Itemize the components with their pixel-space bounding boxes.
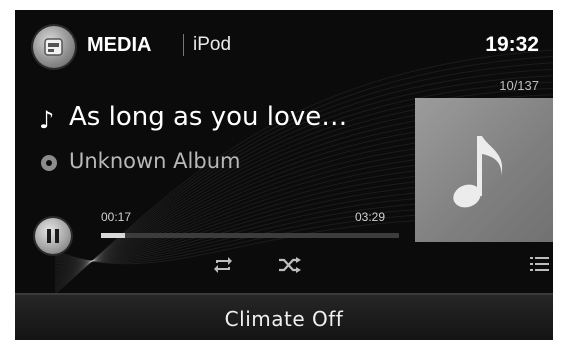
total-time: 03:29 — [355, 210, 386, 224]
media-app-button[interactable] — [33, 26, 75, 68]
source-label: MEDIA — [87, 34, 152, 56]
media-screen: MEDIA iPod 19:32 10/137 ♪ As long as you… — [15, 10, 553, 340]
header-divider — [183, 34, 184, 56]
album-artwork[interactable] — [415, 98, 553, 242]
pause-button[interactable] — [35, 218, 71, 254]
track-count: 10/137 — [499, 78, 539, 93]
clock: 19:32 — [485, 33, 539, 56]
media-icon — [44, 38, 63, 56]
elapsed-time: 00:17 — [101, 210, 132, 224]
repeat-icon[interactable] — [211, 254, 235, 276]
track-title: As long as you love… — [69, 102, 348, 132]
music-note-icon — [453, 136, 503, 208]
progress-fill — [101, 233, 126, 238]
climate-status[interactable]: Climate Off — [15, 306, 553, 332]
disc-icon — [41, 155, 57, 171]
music-note-icon: ♪ — [39, 106, 55, 134]
list-icon[interactable] — [529, 254, 551, 274]
shuffle-icon[interactable] — [277, 254, 303, 276]
pause-icon — [47, 229, 59, 243]
progress-bar[interactable] — [101, 233, 399, 238]
subsource-label: iPod — [193, 34, 232, 55]
album-name: Unknown Album — [69, 149, 241, 173]
